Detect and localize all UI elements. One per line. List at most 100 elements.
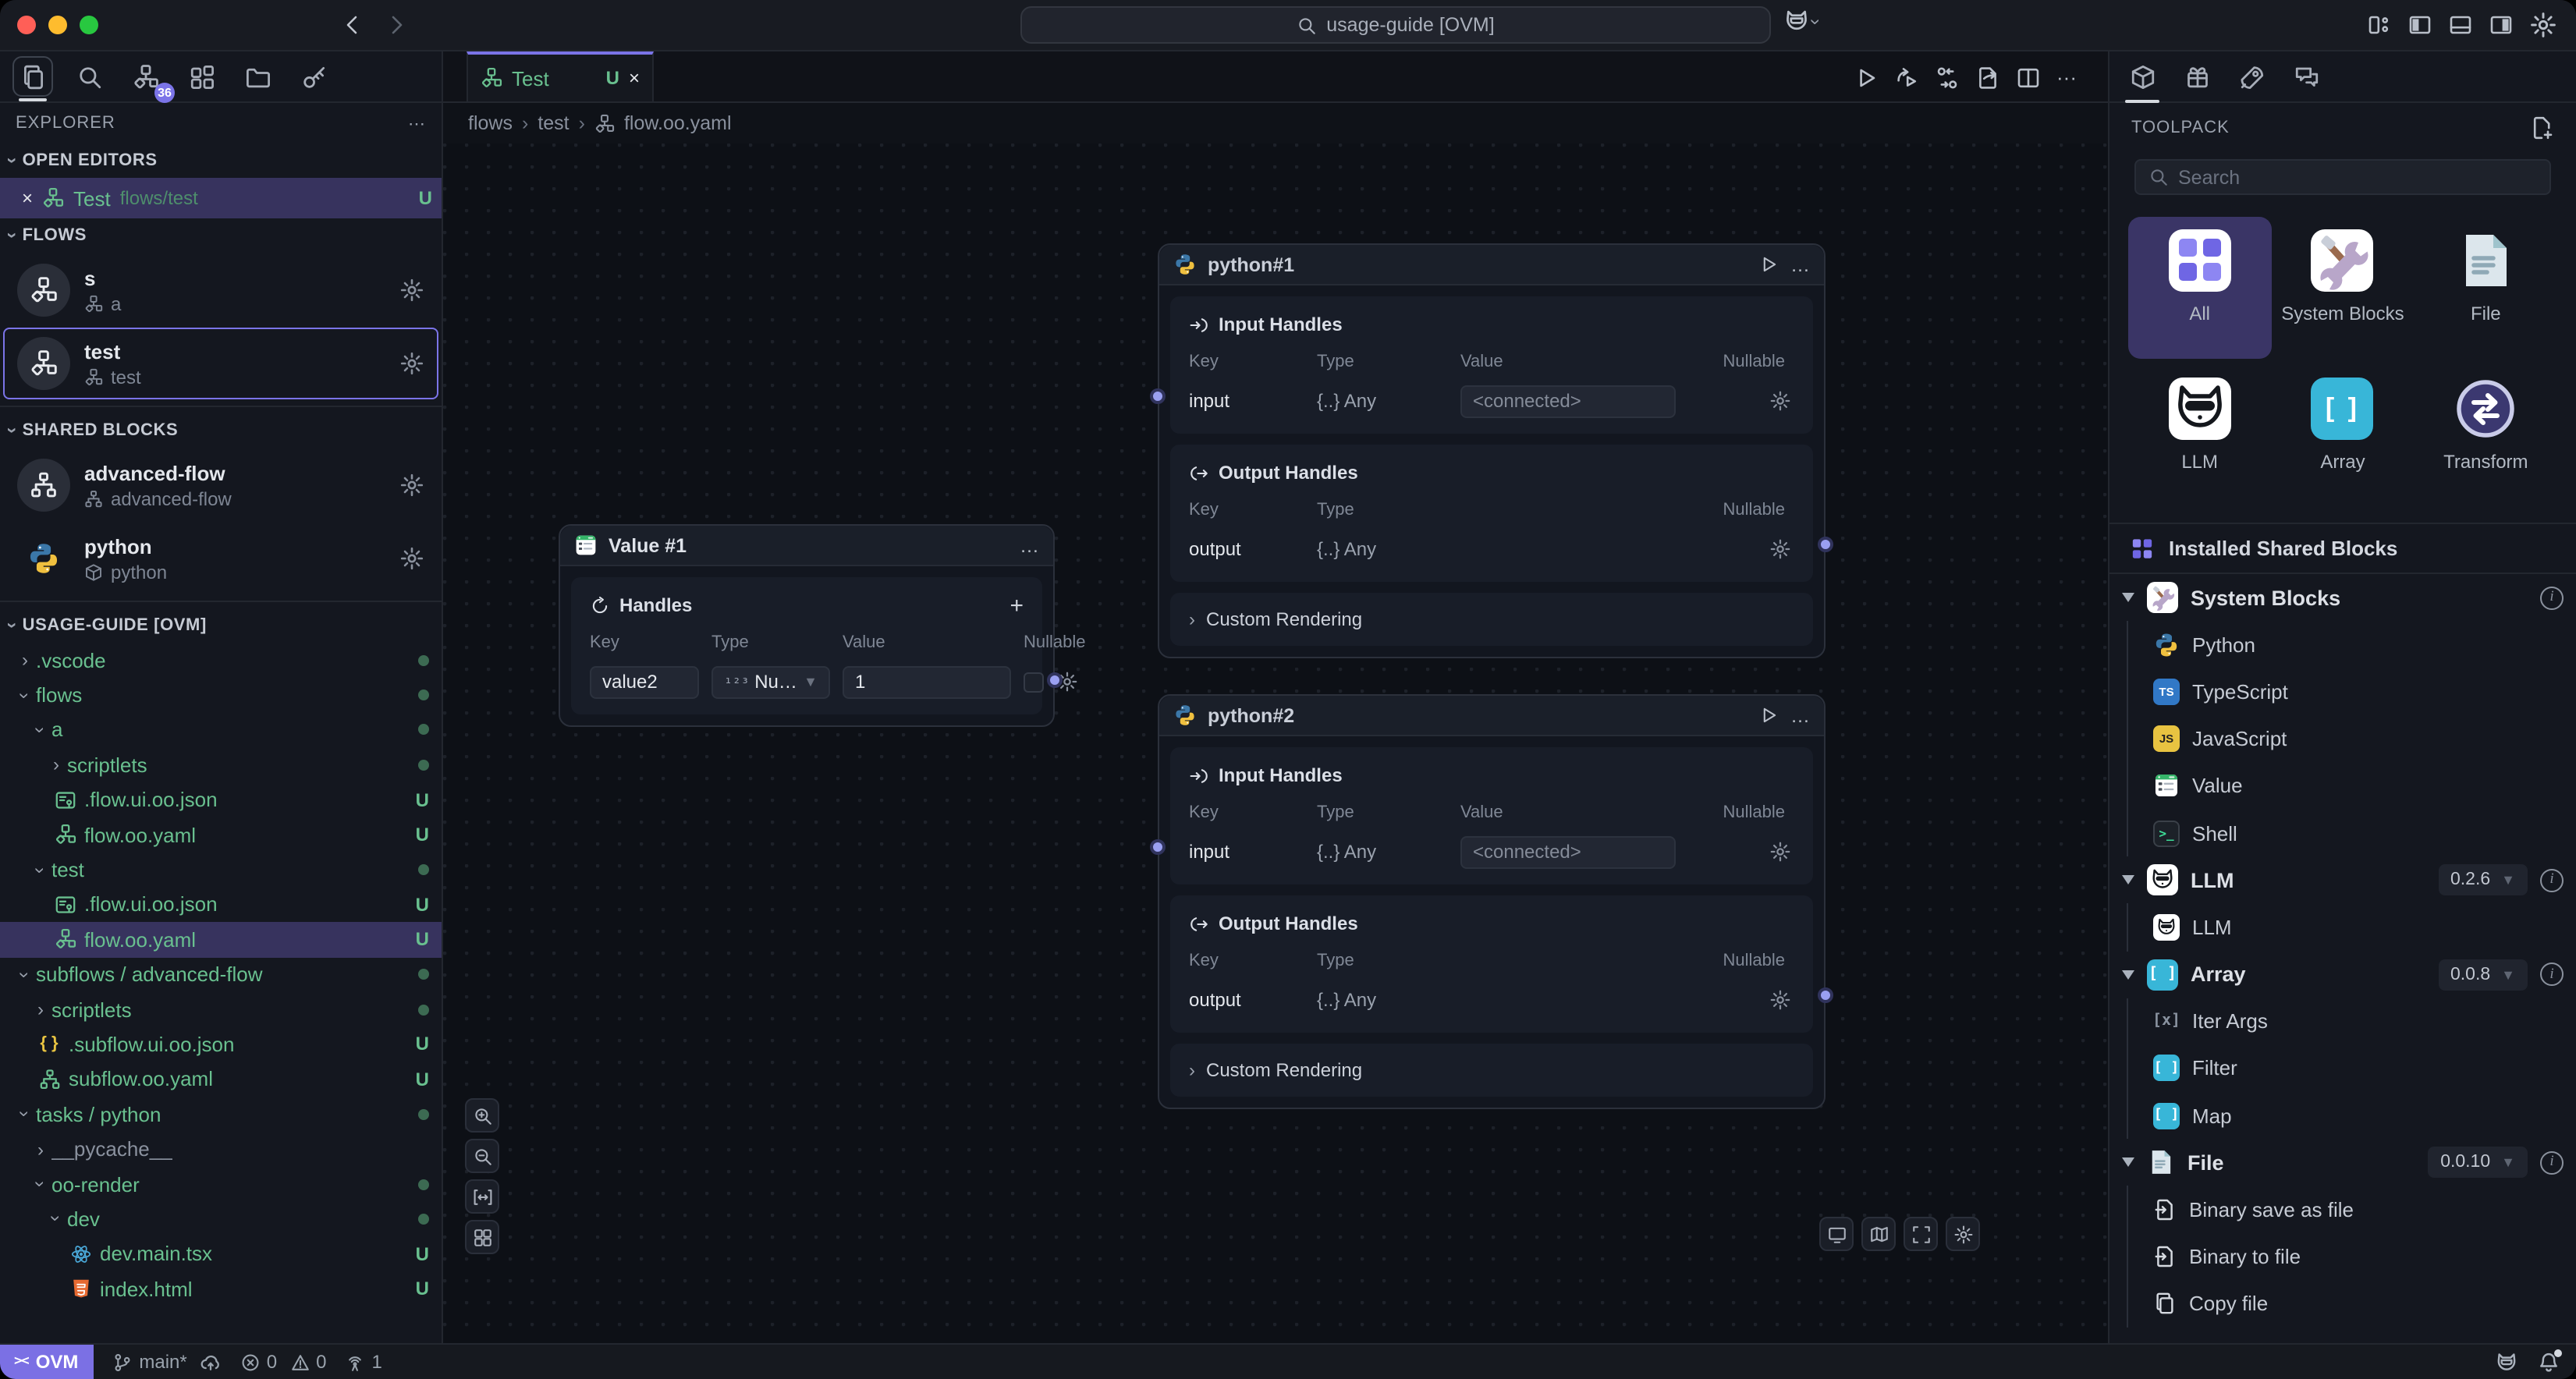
overview-button[interactable] [465, 1220, 499, 1254]
secrets-activity-button[interactable] [293, 56, 334, 97]
version-select[interactable]: 0.0.10▼ [2428, 1147, 2528, 1179]
folder-row[interactable]: ›subflows / advanced-flow [0, 957, 442, 992]
flow-canvas[interactable]: Value #1 … Handles + KeyType [443, 144, 2108, 1343]
collapse-arrow-icon[interactable] [2122, 1158, 2134, 1168]
zoom-out-button[interactable] [465, 1139, 499, 1173]
split-editor-icon[interactable] [2016, 65, 2041, 90]
file-row[interactable]: .flow.ui.oo.jsonU [0, 782, 442, 817]
group-array[interactable]: [ ] Array 0.0.8▼ i [2109, 951, 2576, 998]
block-binary-to[interactable]: Binary to file [2109, 1233, 2576, 1280]
block-binary-save[interactable]: Binary save as file [2109, 1186, 2576, 1233]
version-select[interactable]: 0.0.8▼ [2438, 959, 2528, 990]
export-icon[interactable] [1975, 65, 2000, 90]
fox-assistant-icon[interactable] [2495, 1350, 2518, 1374]
run-node-icon[interactable] [1758, 254, 1778, 275]
node-menu-icon[interactable]: … [1790, 253, 1810, 275]
folder-row[interactable]: ›scriptlets [0, 747, 442, 782]
toggle-panel-icon[interactable] [2448, 12, 2473, 37]
collapse-arrow-icon[interactable] [2122, 875, 2134, 884]
shared-blocks-section[interactable]: › SHARED BLOCKS [0, 413, 442, 448]
block-copy-file[interactable]: Copy file [2109, 1281, 2576, 1328]
category-transform[interactable]: Transform [2415, 365, 2557, 507]
info-icon[interactable]: i [2540, 868, 2564, 892]
category-llm[interactable]: LLM [2128, 365, 2271, 507]
close-icon[interactable]: × [22, 187, 33, 209]
toggle-sidebar-icon[interactable] [2407, 12, 2432, 37]
remote-indicator[interactable]: >< OVM [0, 1344, 94, 1379]
search-activity-button[interactable] [69, 56, 109, 97]
output-port[interactable] [1818, 987, 1833, 1003]
group-system-blocks[interactable]: System Blocks i [2109, 574, 2576, 621]
node-menu-icon[interactable]: … [1790, 704, 1810, 726]
nullable-checkbox[interactable] [1024, 672, 1044, 692]
info-icon[interactable]: i [2540, 586, 2564, 609]
folder-row[interactable]: ›scriptlets [0, 992, 442, 1027]
category-file[interactable]: File [2415, 217, 2557, 359]
gear-icon[interactable] [399, 278, 424, 303]
gear-icon[interactable] [399, 473, 424, 498]
deploy-tab[interactable] [2233, 58, 2270, 95]
notifications-bell[interactable] [2537, 1350, 2560, 1374]
problems-indicator[interactable]: 0 0 [240, 1351, 327, 1373]
fit-view-button[interactable] [465, 1179, 499, 1214]
gear-icon[interactable] [1769, 538, 1791, 560]
block-typescript[interactable]: TSTypeScript [2109, 668, 2576, 715]
file-row[interactable]: dev.main.tsxU [0, 1236, 442, 1271]
input-port[interactable] [1150, 839, 1166, 855]
back-icon[interactable] [340, 12, 365, 37]
version-select[interactable]: 0.2.6▼ [2438, 864, 2528, 895]
ports-indicator[interactable]: 1 [346, 1351, 382, 1373]
block-python[interactable]: Python [2109, 621, 2576, 668]
block-filter[interactable]: [ ]Filter [2109, 1045, 2576, 1092]
file-row[interactable]: index.htmlU [0, 1271, 442, 1306]
handle-value-input[interactable] [843, 665, 1011, 698]
folder-row[interactable]: ›test [0, 853, 442, 888]
node-python-1[interactable]: python#1 … Input Handles KeyType ValueNu… [1158, 243, 1826, 658]
file-row[interactable]: { }.subflow.ui.oo.jsonU [0, 1027, 442, 1062]
minimap-button[interactable] [1861, 1217, 1896, 1251]
command-center[interactable]: usage-guide [OVM] [1020, 6, 1771, 44]
open-editors-section[interactable]: › OPEN EDITORS [0, 144, 442, 178]
handle-key-input[interactable] [590, 665, 699, 698]
open-editor-item-test[interactable]: × Test flows/test U [0, 178, 442, 218]
folder-row[interactable]: ›dev [0, 1202, 442, 1237]
folder-activity-button[interactable] [237, 56, 278, 97]
workspace-section[interactable]: › USAGE-GUIDE [OVM] [0, 608, 442, 643]
toolpack-search-input[interactable] [2178, 166, 2537, 188]
output-port[interactable] [1818, 537, 1833, 552]
gear-icon[interactable] [1769, 390, 1791, 412]
toolpack-tab[interactable] [2124, 58, 2161, 95]
tab-close-icon[interactable]: × [629, 67, 640, 89]
block-map[interactable]: [ ]Map [2109, 1092, 2576, 1139]
toolpack-search[interactable] [2134, 159, 2551, 195]
canvas-settings-button[interactable] [1946, 1217, 1980, 1251]
blocks-activity-button[interactable] [181, 56, 222, 97]
breadcrumb-file[interactable]: flow.oo.yaml [624, 112, 732, 134]
node-python-2[interactable]: python#2 … Input Handles KeyType ValueNu… [1158, 694, 1826, 1109]
assistant-menu[interactable]: › [1783, 8, 1819, 34]
node-header[interactable]: python#2 … [1159, 696, 1824, 736]
fullscreen-button[interactable] [1904, 1217, 1938, 1251]
block-iter-args[interactable]: [x]Iter Args [2109, 998, 2576, 1044]
preview-button[interactable] [1819, 1217, 1854, 1251]
category-array[interactable]: [ ] Array [2271, 365, 2414, 507]
block-shell[interactable]: >_Shell [2109, 810, 2576, 856]
gear-icon[interactable] [1769, 841, 1791, 863]
customize-layout-icon[interactable] [2367, 12, 2392, 37]
node-header[interactable]: python#1 … [1159, 245, 1824, 285]
shared-card-advanced-flow[interactable]: advanced-flow advanced-flow [3, 449, 438, 521]
file-row[interactable]: .flow.ui.oo.jsonU [0, 887, 442, 922]
folder-row[interactable]: ›.vscode [0, 643, 442, 678]
category-system-blocks[interactable]: System Blocks [2271, 217, 2414, 359]
rerun-icon[interactable] [1894, 65, 1919, 90]
close-window-button[interactable] [17, 16, 36, 34]
chat-tab[interactable] [2287, 58, 2325, 95]
node-value-1[interactable]: Value #1 … Handles + KeyType [559, 524, 1055, 727]
breadcrumb-flows[interactable]: flows [468, 112, 513, 134]
handle-value-connected[interactable]: <connected> [1460, 835, 1676, 868]
gear-icon[interactable] [399, 351, 424, 376]
flow-card-test[interactable]: test test [3, 328, 438, 399]
toggle-secondary-sidebar-icon[interactable] [2489, 12, 2514, 37]
settings-gear-icon[interactable] [2529, 11, 2557, 39]
run-node-icon[interactable] [1758, 705, 1778, 725]
